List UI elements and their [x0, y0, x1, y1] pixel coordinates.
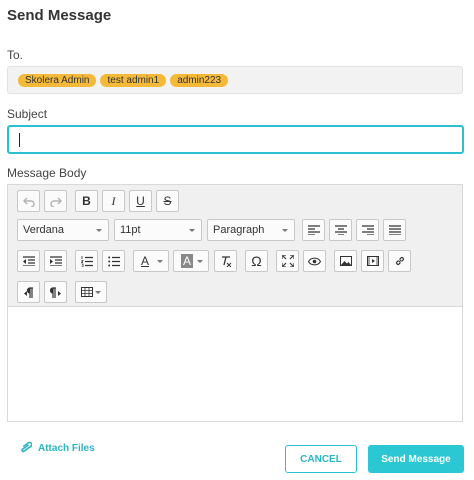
recipients-field[interactable]: Skolera Admin test admin1 admin223: [7, 66, 463, 94]
redo-icon: [49, 197, 62, 207]
dialog-title: Send Message: [7, 7, 112, 24]
media-icon: [366, 256, 379, 266]
strikethrough-button[interactable]: S: [156, 190, 179, 212]
paperclip-icon: [21, 441, 32, 453]
underline-button[interactable]: U: [129, 190, 152, 212]
insert-image-button[interactable]: [334, 250, 357, 272]
fullscreen-button[interactable]: [276, 250, 299, 272]
indent-button[interactable]: [44, 250, 67, 272]
align-left-icon: [307, 225, 320, 235]
special-character-button[interactable]: Ω: [245, 250, 268, 272]
attach-files-link[interactable]: Attach Files: [20, 441, 95, 455]
rtl-button[interactable]: [44, 281, 67, 303]
message-body-label: Message Body: [7, 166, 87, 180]
font-family-value: Verdana: [23, 224, 64, 236]
link-icon: [395, 256, 404, 266]
outdent-button[interactable]: [17, 250, 40, 272]
align-right-button[interactable]: [356, 219, 379, 241]
block-format-value: Paragraph: [213, 224, 265, 236]
undo-icon: [22, 197, 35, 207]
attach-files-label: Attach Files: [38, 442, 95, 454]
clear-formatting-button[interactable]: [214, 250, 237, 272]
background-color-button[interactable]: A: [173, 250, 209, 272]
insert-link-button[interactable]: [388, 250, 411, 272]
align-center-button[interactable]: [329, 219, 352, 241]
recipient-chip[interactable]: admin223: [170, 73, 229, 87]
table-button[interactable]: [75, 281, 107, 303]
bullet-list-button[interactable]: [102, 250, 125, 272]
ltr-button[interactable]: [17, 281, 40, 303]
font-size-select[interactable]: 11pt: [114, 219, 202, 241]
numbered-list-icon: [80, 255, 93, 267]
font-family-select[interactable]: Verdana: [17, 219, 109, 241]
clear-formatting-icon: [221, 256, 231, 267]
eye-icon: [308, 257, 321, 265]
rich-text-editor: B I U S Verdana 11pt Paragraph A A Ω: [7, 184, 463, 422]
recipient-chip[interactable]: Skolera Admin: [18, 73, 97, 87]
font-size-value: 11pt: [120, 224, 141, 236]
numbered-list-button[interactable]: [75, 250, 98, 272]
block-format-select[interactable]: Paragraph: [207, 219, 295, 241]
undo-button[interactable]: [17, 190, 40, 212]
subject-label: Subject: [7, 107, 48, 121]
right-to-left-icon: [49, 286, 61, 298]
to-label: To.: [7, 48, 24, 62]
align-right-icon: [361, 225, 374, 235]
send-message-button[interactable]: Send Message: [368, 445, 464, 473]
insert-media-button[interactable]: [361, 250, 384, 272]
align-justify-button[interactable]: [383, 219, 406, 241]
subject-input[interactable]: [7, 125, 464, 154]
cancel-button[interactable]: CANCEL: [285, 445, 357, 473]
italic-button[interactable]: I: [102, 190, 125, 212]
fullscreen-icon: [281, 255, 294, 267]
editor-content-area[interactable]: [8, 308, 462, 421]
text-color-button[interactable]: A: [133, 250, 169, 272]
text-caret: [19, 133, 20, 147]
editor-toolbar: B I U S Verdana 11pt Paragraph A A Ω: [8, 185, 462, 307]
redo-button[interactable]: [44, 190, 67, 212]
table-icon: [81, 287, 93, 297]
align-justify-icon: [388, 225, 401, 235]
text-color-icon: A: [141, 254, 150, 268]
align-left-button[interactable]: [302, 219, 325, 241]
image-icon: [339, 256, 352, 266]
recipient-chip[interactable]: test admin1: [100, 73, 167, 87]
indent-icon: [49, 256, 62, 266]
preview-button[interactable]: [303, 250, 326, 272]
background-color-icon: A: [181, 254, 194, 268]
bold-button[interactable]: B: [75, 190, 98, 212]
outdent-icon: [22, 256, 35, 266]
align-center-icon: [334, 225, 347, 235]
left-to-right-icon: [23, 286, 33, 298]
bullet-list-icon: [107, 256, 120, 266]
